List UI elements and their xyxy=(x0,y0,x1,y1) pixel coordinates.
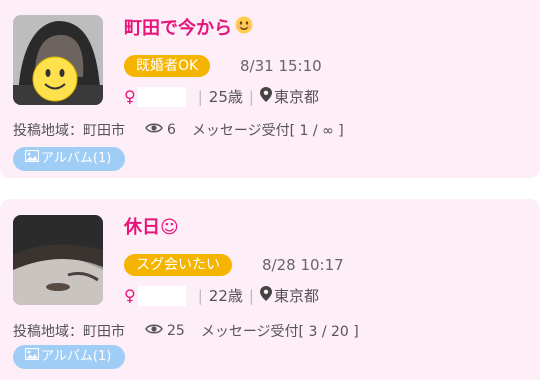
post-info: 投稿地域：町田市 25 メッセージ受付[ 3 / 20 ] xyxy=(13,321,359,341)
avatar[interactable] xyxy=(13,215,103,305)
smiling-face-icon xyxy=(235,16,253,39)
prefecture: 東京都 xyxy=(273,287,319,305)
post-card[interactable]: 休日☺ スグ会いたい 8/28 10:17 ♀ | 22歳 | 東京都 投稿地域… xyxy=(0,199,540,380)
avatar-photo xyxy=(13,15,103,105)
image-icon xyxy=(24,147,40,171)
post-datetime: 8/31 15:10 xyxy=(240,57,322,75)
prefecture: 東京都 xyxy=(273,88,319,106)
message-status: メッセージ受付[ 1 / ∞ ] xyxy=(191,123,344,139)
album-label: アルバム(1) xyxy=(41,151,112,166)
album-label: アルバム(1) xyxy=(41,349,112,364)
post-datetime: 8/28 10:17 xyxy=(262,256,344,274)
profile-meta: ♀ | 22歳 | 東京都 xyxy=(124,285,319,306)
location-pin-icon xyxy=(259,87,272,106)
divider: | xyxy=(248,87,254,106)
tag-badge: 既婚者OK xyxy=(124,55,211,77)
post-title-text[interactable]: 町田で今から xyxy=(124,14,232,40)
eye-icon xyxy=(145,122,163,138)
avatar[interactable] xyxy=(13,15,103,105)
divider: | xyxy=(248,286,254,305)
post-area: 投稿地域：町田市 xyxy=(13,123,125,139)
image-icon xyxy=(24,345,40,369)
message-status: メッセージ受付[ 3 / 20 ] xyxy=(200,324,359,340)
hidden-username xyxy=(137,285,186,306)
avatar-photo xyxy=(13,215,103,305)
post-title[interactable]: 町田で今から xyxy=(124,14,253,40)
album-button[interactable]: アルバム(1) xyxy=(13,147,126,171)
age: 25歳 xyxy=(208,88,243,106)
post-title[interactable]: 休日☺ xyxy=(124,213,179,239)
profile-meta: ♀ | 25歳 | 東京都 xyxy=(124,86,319,107)
view-count: 6 xyxy=(167,122,176,138)
album-button[interactable]: アルバム(1) xyxy=(13,345,126,369)
eye-icon xyxy=(145,323,163,339)
post-info: 投稿地域：町田市 6 メッセージ受付[ 1 / ∞ ] xyxy=(13,120,344,140)
female-icon: ♀ xyxy=(124,87,136,106)
view-count: 25 xyxy=(167,323,185,339)
female-icon: ♀ xyxy=(124,286,136,305)
age: 22歳 xyxy=(208,287,243,305)
post-area: 投稿地域：町田市 xyxy=(13,324,125,340)
hidden-username xyxy=(137,86,186,107)
divider: | xyxy=(197,87,203,106)
divider: | xyxy=(197,286,203,305)
post-card[interactable]: 町田で今から 既婚者OK 8/31 15:10 ♀ | 25歳 | 東京都 投稿… xyxy=(0,0,540,178)
location-pin-icon xyxy=(259,286,272,305)
post-title-text[interactable]: 休日☺ xyxy=(124,213,179,239)
tag-badge: スグ会いたい xyxy=(124,254,232,276)
